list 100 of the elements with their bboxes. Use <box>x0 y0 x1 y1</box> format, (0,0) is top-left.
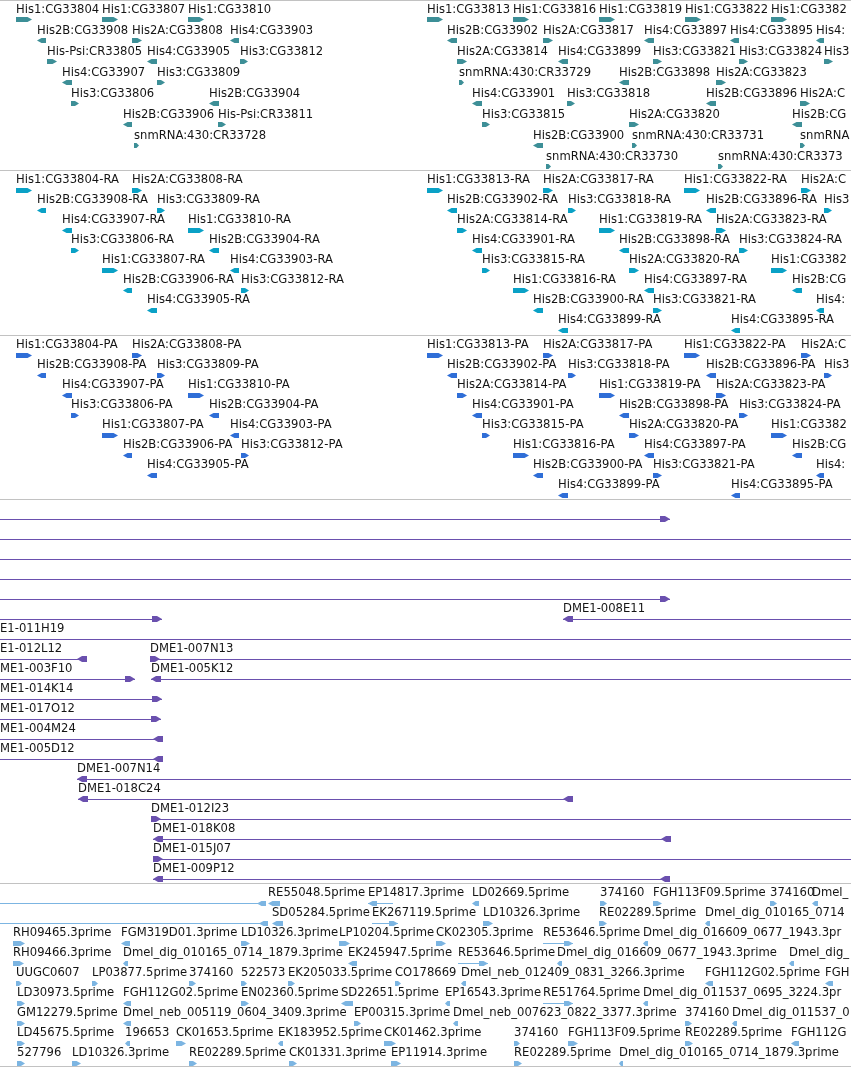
feature-label: snmRNA:430:CR33731 <box>632 128 765 142</box>
feature-label: LP10204.5prime <box>339 925 435 939</box>
feature-label: His4:CG33901 <box>472 86 556 100</box>
feature-label: His1:CG33810-RA <box>188 212 291 226</box>
feature-label: LD10326.3prime <box>72 1045 170 1059</box>
feature-label: His1:CG33813 <box>427 2 511 16</box>
feature-label: His3:CG33809-RA <box>157 192 260 206</box>
feature-label: His2B:CG33902-RA <box>447 192 558 206</box>
feature-label: His1:CG3382 <box>771 417 847 431</box>
feature-label: His2A:CG33820 <box>629 107 720 121</box>
feature-label: His3:CG33821 <box>653 44 737 58</box>
feature-label: His1:CG3382 <box>771 2 847 16</box>
feature-label: His4:CG33899 <box>558 44 642 58</box>
feature-label: His1:CG33804-RA <box>16 172 119 186</box>
feature-label: RE53646.5prime <box>458 945 556 959</box>
feature-label: ME1-014K14 <box>0 681 74 695</box>
feature-label: His2A:CG33814-RA <box>457 212 568 226</box>
feature-label: His2A:CG33823 <box>716 65 807 79</box>
feature-label: His2A:C <box>801 337 847 351</box>
feature-label: RE02289.5prime <box>599 905 697 919</box>
feature-label: His2A:CG33814 <box>457 44 548 58</box>
feature-label: His2B:CG33906-PA <box>123 437 233 451</box>
feature-label: His1:CG33822 <box>685 2 769 16</box>
feature-label: His3:CG33806-RA <box>71 232 174 246</box>
feature-label: 374160 <box>770 885 815 899</box>
feature-label: RE02289.5prime <box>514 1045 612 1059</box>
feature-label: snmRNA:430:CR3373 <box>718 149 843 163</box>
feature-label: His4: <box>816 292 846 306</box>
feature-label: EP11914.3prime <box>391 1045 488 1059</box>
feature-label: His2B:CG <box>792 437 847 451</box>
feature-label: His4:CG33899-RA <box>558 312 661 326</box>
feature-label: His4:CG33897 <box>644 23 728 37</box>
feature-label: His2A:CG33817-RA <box>543 172 654 186</box>
feature-label: RE02289.5prime <box>189 1045 287 1059</box>
feature-label: His3:CG33824-RA <box>739 232 842 246</box>
feature-label: His3:CG33812 <box>240 44 324 58</box>
feature-label: DME1-015J07 <box>153 841 232 855</box>
feature-label: EP16543.3prime <box>445 985 542 999</box>
feature-label: His3:CG33818 <box>567 86 651 100</box>
feature-label: His4:CG33903-PA <box>230 417 332 431</box>
feature-label: His3:CG33812-PA <box>241 437 343 451</box>
feature-label: Dmel_dig_010165_0714_1879.3prime <box>123 945 343 959</box>
feature-label: Dmel_dig_010165_0714 <box>705 905 845 919</box>
feature-label: His2B:CG33908-RA <box>37 192 148 206</box>
feature-label: ME1-005D12 <box>0 741 75 755</box>
feature-label: His2B:CG33906 <box>123 107 215 121</box>
feature-label: FGH112G02.5prime <box>123 985 239 999</box>
feature-label: RE53646.5prime <box>543 925 641 939</box>
feature-label: FGH113F09.5prime <box>653 885 766 899</box>
feature-label: ME1-017O12 <box>0 701 75 715</box>
feature-label: His3 <box>824 192 850 206</box>
feature-label: RH09465.3prime <box>13 925 112 939</box>
feature-label: Dmel_neb_005119_0604_3409.3prime <box>123 1005 347 1019</box>
feature-label: CK01462.3prime <box>384 1025 482 1039</box>
feature-label: GM12279.5prime <box>17 1005 118 1019</box>
feature-label: His4:CG33907 <box>62 65 146 79</box>
feature-label: EK205033.5prime <box>288 965 393 979</box>
feature-label: His4:CG33905-PA <box>147 457 249 471</box>
feature-label: His4:CG33901-PA <box>472 397 574 411</box>
feature-label: snmRNA:430:CR33729 <box>459 65 592 79</box>
feature-label: His3:CG33815-RA <box>482 252 585 266</box>
feature-label: His2B:CG33906-RA <box>123 272 234 286</box>
feature-label: His2B:CG33904 <box>209 86 301 100</box>
feature-label: RE55048.5prime <box>268 885 366 899</box>
feature-label: DME1-009P12 <box>153 861 235 875</box>
feature-label: LD10326.3prime <box>241 925 339 939</box>
feature-label: His2B:CG33898-PA <box>619 397 729 411</box>
feature-label: His3:CG33818-PA <box>568 357 670 371</box>
feature-label: His1:CG33810-PA <box>188 377 290 391</box>
feature-label: His2A:CG33817 <box>543 23 634 37</box>
feature-label: His4:CG33897-RA <box>644 272 747 286</box>
feature-label: His4:CG33905-RA <box>147 292 250 306</box>
feature-label: FGH <box>825 965 850 979</box>
feature-label: His2B:CG33896-PA <box>706 357 816 371</box>
feature-label: DME1-007N14 <box>77 761 161 775</box>
feature-label: ME1-004M24 <box>0 721 76 735</box>
feature-label: FGH113F09.5prime <box>568 1025 681 1039</box>
feature-label: DME1-007N13 <box>150 641 234 655</box>
feature-label: His3:CG33815-PA <box>482 417 584 431</box>
feature-label: Dmel_dig_010165_0714_1879.3prime <box>619 1045 839 1059</box>
feature-label: His3:CG33809-PA <box>157 357 259 371</box>
feature-label: His2A:CG33817-PA <box>543 337 653 351</box>
feature-label: His2A:C <box>800 86 846 100</box>
feature-label: His4:CG33905 <box>147 44 231 58</box>
feature-label: 374160 <box>600 885 645 899</box>
feature-label: His2B:CG33908 <box>37 23 129 37</box>
feature-label: His1:CG33822-RA <box>684 172 787 186</box>
feature-label: His2B:CG33896 <box>706 86 798 100</box>
feature-label: His3:CG33809 <box>157 65 241 79</box>
feature-label: snmRNA <box>800 128 850 142</box>
feature-label: His1:CG33819 <box>599 2 683 16</box>
feature-label: EP00315.3prime <box>354 1005 451 1019</box>
feature-label: His-Psi:CR33811 <box>218 107 314 121</box>
feature-label: His2B:CG33900-PA <box>533 457 643 471</box>
feature-label: CK01331.3prime <box>289 1045 387 1059</box>
feature-label: snmRNA:430:CR33730 <box>546 149 679 163</box>
feature-label: His3 <box>824 357 850 371</box>
feature-label: His2A:CG33823-RA <box>716 212 827 226</box>
feature-label: His2B:CG33898-RA <box>619 232 730 246</box>
feature-label: His4: <box>816 457 846 471</box>
